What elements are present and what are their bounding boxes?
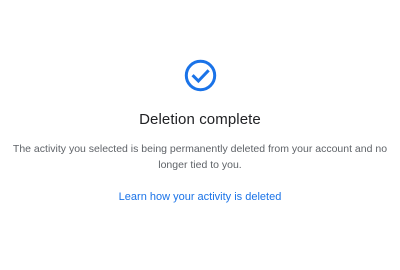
- check-circle-icon: [184, 59, 217, 92]
- page-title: Deletion complete: [139, 111, 261, 128]
- learn-more-link[interactable]: Learn how your activity is deleted: [0, 189, 400, 205]
- deletion-complete-page: Deletion complete The activity you selec…: [0, 0, 400, 270]
- learn-more-link-label[interactable]: Learn how your activity is deleted: [119, 191, 282, 203]
- status-description: The activity you selected is being perma…: [12, 143, 388, 171]
